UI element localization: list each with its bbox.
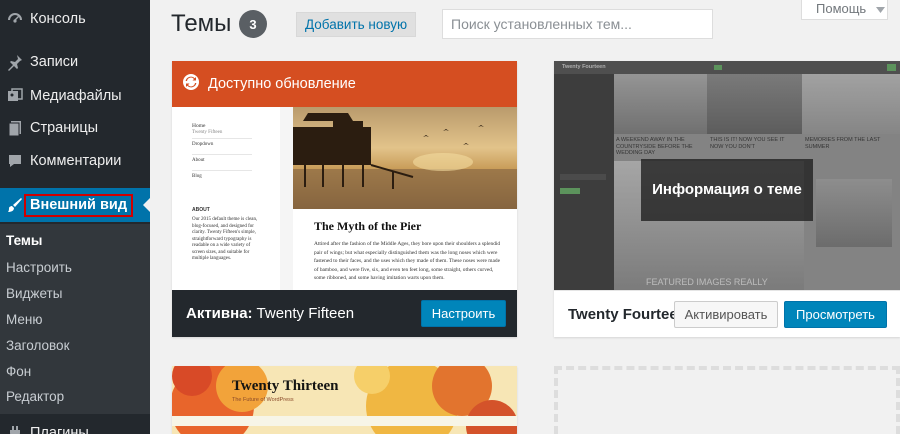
pin-icon	[0, 53, 30, 71]
submenu-item-editor[interactable]: Редактор	[6, 389, 64, 404]
sidebar-item-label: Внешний вид	[24, 193, 134, 217]
theme-card-twenty-fourteen[interactable]: Twenty Fourteen A WEEKEND AWAY IN THE CO…	[554, 61, 900, 337]
theme-screenshot-twenty-fifteen[interactable]: Home Twenty Fifteen Dropdown About Blog …	[172, 107, 517, 290]
screenshot-site-title: Twenty Thirteen	[232, 378, 339, 394]
divider	[192, 154, 252, 155]
screenshot-nav-home: Home	[192, 123, 206, 129]
screenshot-nav-dropdown: Dropdown	[192, 142, 214, 147]
divider	[192, 138, 252, 139]
screenshot-site-title: Twenty Fifteen	[192, 130, 223, 135]
theme-details-overlay[interactable]: Информация о теме	[641, 159, 813, 221]
update-refresh-icon	[182, 73, 200, 95]
chevron-down-icon	[876, 1, 886, 16]
theme-card-twenty-fifteen[interactable]: Доступно обновление Home Twenty Fifteen …	[172, 61, 517, 337]
admin-sidebar: Консоль Записи Медиафайлы Страницы Комме…	[0, 0, 150, 434]
screenshot-sidebar: Home Twenty Fifteen Dropdown About Blog …	[172, 107, 280, 290]
add-new-theme-button[interactable]: Добавить новую	[296, 12, 417, 37]
screenshot-nav-blog: Blog	[192, 174, 202, 179]
screenshot-site-subtitle: The Future of WordPress	[232, 397, 294, 403]
submenu-item-widgets[interactable]: Виджеты	[6, 286, 62, 301]
theme-count-badge: 3	[239, 10, 267, 38]
submenu-item-themes[interactable]: Темы	[6, 233, 42, 248]
theme-name: Twenty Fifteen	[256, 305, 355, 322]
appearance-submenu: Темы Настроить Виджеты Меню Заголовок Фо…	[0, 224, 150, 414]
update-notice-text: Доступно обновление	[208, 76, 356, 92]
comments-icon	[0, 152, 30, 170]
search-installed-themes-input[interactable]	[442, 9, 713, 39]
active-label: Активна:	[186, 305, 253, 322]
sidebar-item-label: Плагины	[30, 425, 89, 434]
sidebar-item-label: Комментарии	[30, 153, 122, 169]
sidebar-item-label: Медиафайлы	[30, 88, 122, 104]
live-preview-button[interactable]: Просмотреть	[784, 301, 887, 328]
theme-screenshot-twenty-fourteen[interactable]: Twenty Fourteen A WEEKEND AWAY IN THE CO…	[554, 61, 900, 290]
screenshot-about-text: Our 2015 default theme is clean, blog-fo…	[192, 217, 258, 261]
help-tab-button[interactable]: Помощь	[801, 0, 888, 20]
divider	[192, 170, 252, 171]
screenshot-post: The Myth of the Pier Attired after the f…	[293, 107, 517, 290]
plugins-icon	[0, 424, 30, 434]
screenshot-post-excerpt: Attired after the fashion of the Middle …	[314, 241, 501, 282]
pier-photo	[293, 107, 517, 209]
pages-icon	[0, 119, 30, 137]
submenu-item-background[interactable]: Фон	[6, 364, 31, 379]
dashboard-icon	[0, 10, 30, 28]
customize-button[interactable]: Настроить	[421, 300, 506, 327]
sidebar-item-label: Страницы	[30, 120, 99, 136]
sidebar-item-label: Консоль	[30, 11, 86, 27]
screenshot-about-heading: ABOUT	[192, 207, 210, 213]
screenshot-nav-about: About	[192, 158, 205, 163]
sidebar-item-comments[interactable]: Комментарии	[0, 146, 150, 176]
update-available-notice[interactable]: Доступно обновление	[172, 61, 517, 107]
current-menu-arrow	[143, 198, 150, 212]
theme-screenshot-twenty-thirteen[interactable]: Twenty Thirteen The Future of WordPress	[172, 366, 517, 434]
page-title: Темы	[171, 10, 232, 37]
submenu-item-menus[interactable]: Меню	[6, 312, 43, 327]
theme-footer: Twenty Fourteen Активировать Просмотреть	[554, 290, 900, 337]
media-icon	[0, 87, 30, 105]
theme-card-twenty-thirteen[interactable]: Twenty Thirteen The Future of WordPress	[172, 366, 517, 434]
sidebar-item-media[interactable]: Медиафайлы	[0, 81, 150, 111]
help-label: Помощь	[816, 1, 867, 16]
sidebar-item-label: Записи	[30, 54, 79, 70]
activate-button[interactable]: Активировать	[674, 301, 778, 328]
screenshot-navbar	[172, 416, 517, 426]
sidebar-item-appearance[interactable]: Внешний вид	[0, 188, 150, 222]
sidebar-item-plugins[interactable]: Плагины	[0, 418, 150, 434]
sidebar-item-posts[interactable]: Записи	[0, 47, 150, 77]
submenu-item-header[interactable]: Заголовок	[6, 338, 69, 353]
sidebar-item-pages[interactable]: Страницы	[0, 113, 150, 143]
sidebar-item-dashboard[interactable]: Консоль	[0, 4, 150, 34]
submenu-item-customize[interactable]: Настроить	[6, 260, 72, 275]
active-theme-footer: Активна: Twenty Fifteen Настроить	[172, 290, 517, 337]
add-new-theme-placeholder[interactable]	[554, 366, 900, 434]
theme-name: Twenty Fourteen	[568, 305, 687, 323]
screenshot-post-title: The Myth of the Pier	[314, 219, 422, 233]
